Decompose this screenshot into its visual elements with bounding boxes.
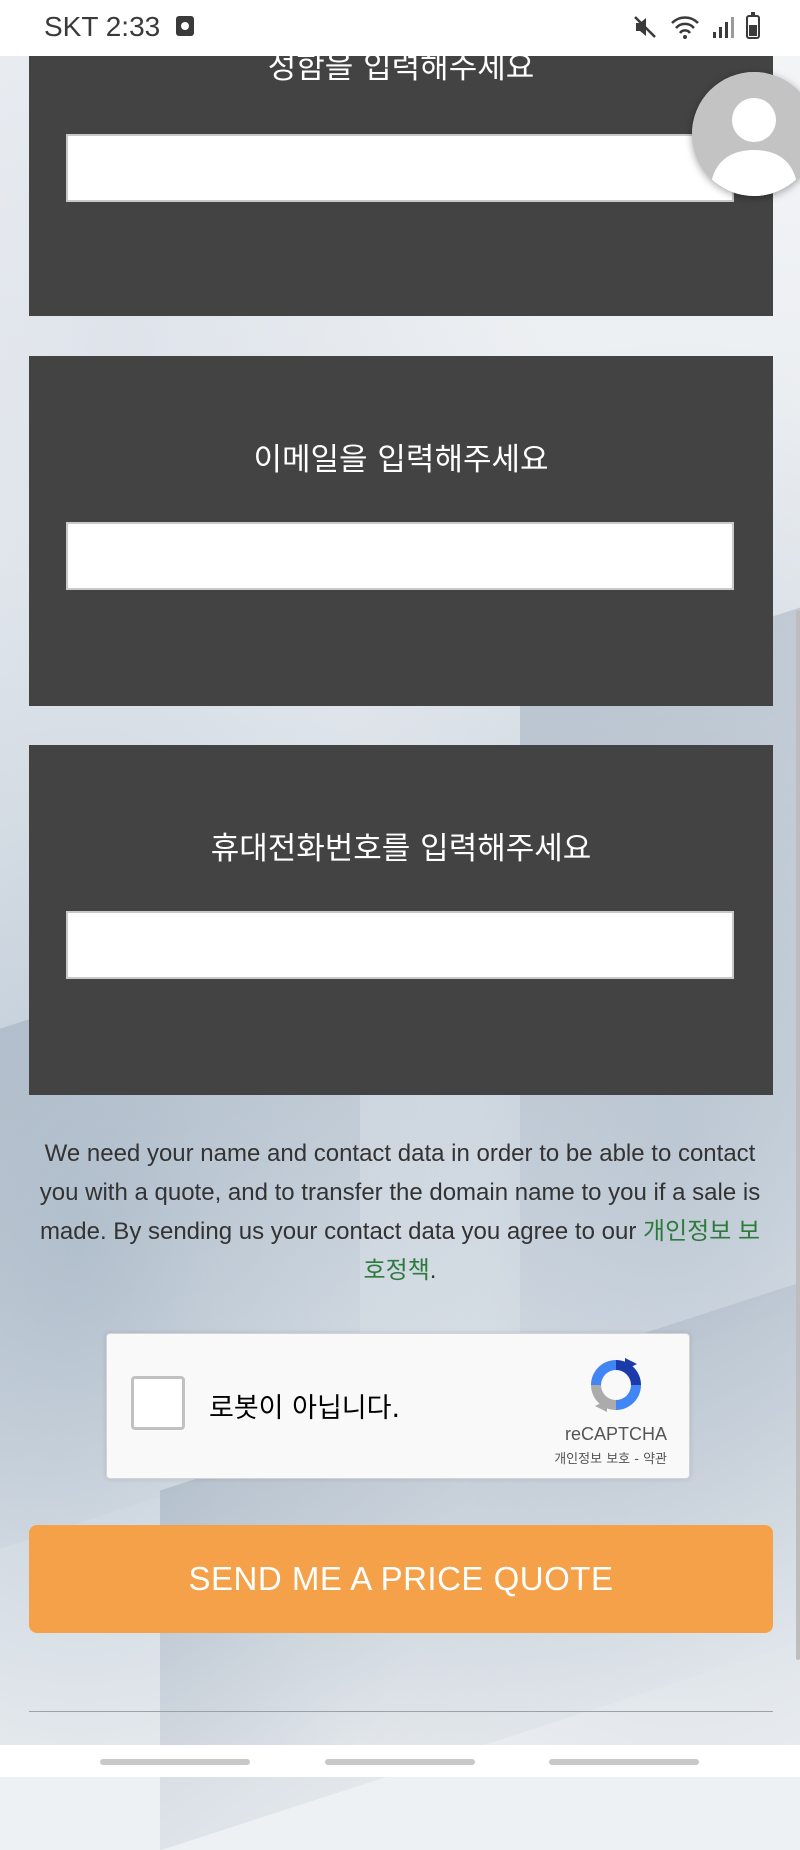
nav-home-handle[interactable]: [325, 1759, 475, 1765]
phone-field-panel: 휴대전화번호를 입력해주세요: [29, 745, 773, 1095]
battery-icon: [746, 12, 760, 39]
email-field-label: 이메일을 입력해주세요: [253, 442, 549, 478]
status-bar: SKT 2:33: [0, 0, 800, 56]
mute-icon: [634, 16, 656, 38]
wifi-icon: [671, 16, 699, 39]
phone-field-label: 휴대전화번호를 입력해주세요: [210, 831, 592, 867]
nav-back-handle[interactable]: [549, 1759, 699, 1765]
email-input[interactable]: [66, 522, 734, 590]
page-scrollbar[interactable]: [796, 610, 800, 1660]
status-icons: [632, 12, 760, 42]
recaptcha-brand: reCAPTCHA: [564, 1424, 667, 1444]
nav-recent-apps-handle[interactable]: [100, 1759, 250, 1765]
phone-input[interactable]: [66, 911, 734, 979]
footer-divider: [29, 1711, 773, 1712]
recaptcha-widget: 로봇이 아닙니다. reCAPTCHA 개인정보 보호 - 약관: [106, 1333, 690, 1479]
recaptcha-label: 로봇이 아닙니다.: [209, 1393, 401, 1424]
privacy-notice-suffix: .: [429, 1257, 437, 1284]
email-field-panel: 이메일을 입력해주세요: [29, 356, 773, 706]
recaptcha-privacy-terms-links[interactable]: 개인정보 보호 - 약관: [554, 1448, 667, 1467]
system-navigation-bar: [0, 1745, 800, 1777]
privacy-notice: We need your name and contact data in or…: [30, 1134, 770, 1290]
recaptcha-logo-icon: [591, 1358, 641, 1412]
send-price-quote-button[interactable]: SEND ME A PRICE QUOTE: [29, 1525, 773, 1633]
signal-icon: [713, 17, 734, 38]
app-notification-icon: [176, 16, 194, 36]
status-carrier-time: SKT 2:33: [44, 11, 161, 42]
name-input[interactable]: [66, 134, 734, 202]
recaptcha-checkbox[interactable]: [131, 1376, 185, 1430]
